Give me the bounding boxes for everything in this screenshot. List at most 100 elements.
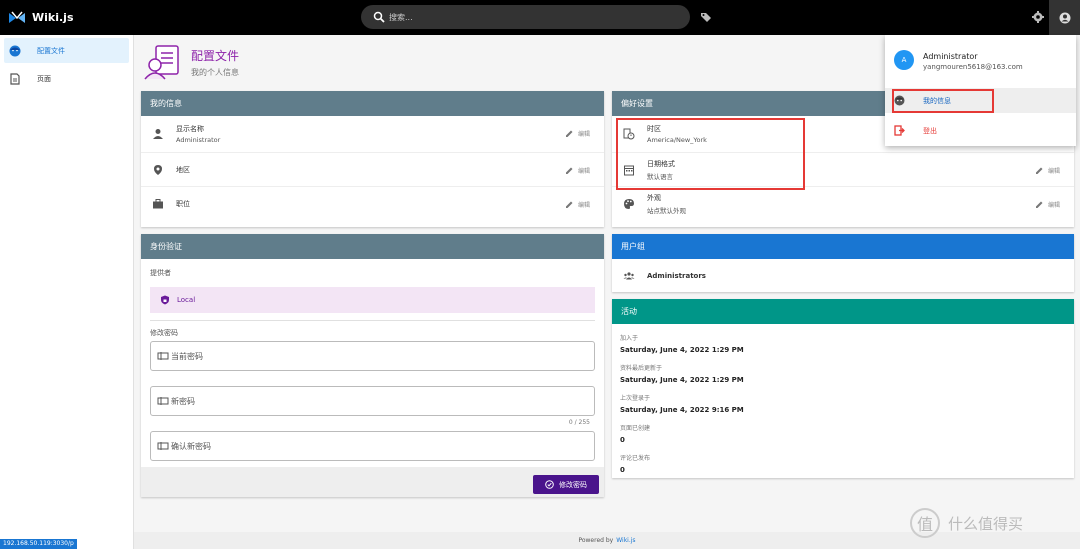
app-title: Wiki.js: [32, 11, 74, 24]
brand[interactable]: Wiki.js: [8, 11, 128, 25]
display-name-row: 显示名称 Administrator 编辑: [141, 116, 604, 153]
edit-button[interactable]: 编辑: [1035, 166, 1060, 175]
face-icon: [9, 45, 21, 57]
confirm-password-field[interactable]: [150, 431, 595, 461]
activity-item: 上次登录于 Saturday, June 4, 2022 9:16 PM: [620, 395, 744, 414]
menu-item-logout[interactable]: 登出: [885, 118, 1076, 143]
group-name: Administrators: [647, 271, 706, 280]
activity-item: 资料最后更新于 Saturday, June 4, 2022 1:29 PM: [620, 365, 744, 384]
search-icon: [373, 11, 385, 23]
page-header: 配置文件 我的个人信息: [143, 43, 239, 81]
password-icon: [157, 397, 169, 405]
edit-button[interactable]: 编辑: [565, 166, 590, 175]
search-input[interactable]: [389, 12, 669, 22]
sidebar-item-label: 页面: [37, 74, 51, 83]
activity-item: 评论已发布 0: [620, 455, 651, 474]
pencil-icon: [1035, 167, 1043, 174]
row-value: 站点默认外观: [647, 207, 686, 215]
sidebar-item-pages[interactable]: 页面: [4, 66, 129, 91]
file-icon: [9, 72, 21, 85]
card-actions: 修改密码: [141, 467, 604, 497]
watermark-logo-icon: 值: [910, 508, 940, 538]
activity-item: 加入于 Saturday, June 4, 2022 1:29 PM: [620, 335, 744, 354]
my-info-header: 我的信息: [141, 91, 604, 116]
check-circle-icon: [545, 480, 554, 489]
auth-header: 身份验证: [141, 234, 604, 259]
pencil-icon: [565, 130, 573, 137]
confirm-password-input[interactable]: [171, 441, 571, 451]
search-bar[interactable]: [361, 5, 690, 29]
pencil-icon: [1035, 201, 1043, 208]
password-icon: [157, 352, 169, 360]
row-label: 外观: [647, 194, 661, 202]
provider-label: 提供者: [150, 269, 171, 277]
divider: [150, 320, 595, 321]
activity-card: 活动 加入于 Saturday, June 4, 2022 1:29 PM 资料最…: [612, 299, 1074, 478]
row-value: Administrator: [176, 136, 221, 144]
pencil-icon: [565, 201, 573, 208]
change-password-button[interactable]: 修改密码: [533, 475, 599, 494]
new-password-input[interactable]: [171, 396, 571, 406]
provider-name: Local: [177, 296, 196, 304]
person-icon: [152, 128, 164, 140]
current-password-input[interactable]: [171, 351, 571, 361]
group-item: Administrators: [612, 259, 1074, 292]
activity-header: 活动: [612, 299, 1074, 324]
appearance-row: 外观 站点默认外观 编辑: [612, 187, 1074, 221]
footer-text: Powered by: [578, 537, 614, 544]
auth-card: 身份验证 提供者 Local 修改密码 0 / 255 修改密码: [141, 234, 604, 497]
job-title-row: 职位 编辑: [141, 187, 604, 221]
gear-icon[interactable]: [1032, 11, 1044, 23]
sidebar: 配置文件 页面: [0, 35, 134, 549]
watermark-text: 什么值得买: [948, 514, 1024, 533]
profile-card-icon: [144, 45, 179, 80]
sidebar-item-label: 配置文件: [37, 46, 65, 55]
card-title: 身份验证: [150, 242, 182, 251]
change-password-label: 修改密码: [150, 329, 178, 337]
footer-link[interactable]: Wiki.js: [616, 537, 635, 544]
location-pin-icon: [152, 164, 164, 176]
page-subtitle: 我的个人信息: [191, 68, 239, 77]
people-icon: [623, 270, 635, 282]
status-url-badge: 192.168.50.119:3030/p: [0, 539, 77, 549]
edit-button[interactable]: 编辑: [1035, 200, 1060, 209]
location-row: 地区 编辑: [141, 153, 604, 187]
sidebar-item-profile[interactable]: 配置文件: [4, 38, 129, 63]
card-title: 用户组: [621, 242, 645, 251]
current-password-field[interactable]: [150, 341, 595, 371]
my-info-card: 我的信息 显示名称 Administrator 编辑 地区 编辑 职位 编辑: [141, 91, 604, 227]
tags-icon[interactable]: [700, 11, 712, 23]
account-name: Administrator: [923, 52, 978, 61]
card-title: 我的信息: [150, 99, 182, 108]
edit-button[interactable]: 编辑: [565, 200, 590, 209]
card-title: 偏好设置: [621, 99, 653, 108]
account-email: yangmouren5618@163.com: [923, 63, 1023, 71]
palette-icon: [623, 198, 635, 210]
activity-item: 页面已创建 0: [620, 425, 651, 444]
pencil-icon: [565, 167, 573, 174]
groups-header: 用户组: [612, 234, 1074, 259]
watermark: 值 什么值得买: [910, 508, 1023, 538]
annotation-box-my-info: [892, 89, 994, 113]
groups-card: 用户组 Administrators: [612, 234, 1074, 292]
account-button[interactable]: [1049, 0, 1080, 35]
page-title: 配置文件: [191, 49, 240, 63]
char-counter: 0 / 255: [568, 419, 590, 426]
row-label: 地区: [176, 165, 190, 174]
top-bar: Wiki.js: [0, 0, 1080, 35]
avatar: A: [894, 50, 914, 70]
row-label: 显示名称: [176, 125, 204, 133]
edit-button[interactable]: 编辑: [565, 129, 590, 138]
card-title: 活动: [621, 307, 637, 316]
provider-box: Local: [150, 287, 595, 313]
activity-list: 加入于 Saturday, June 4, 2022 1:29 PM 资料最后更新…: [612, 324, 1074, 474]
new-password-field[interactable]: [150, 386, 595, 416]
wiki-logo-icon: [9, 11, 25, 23]
annotation-box-preferences: [616, 118, 805, 190]
logout-icon: [894, 125, 905, 136]
account-circle-icon: [1059, 12, 1070, 23]
password-icon: [157, 442, 169, 450]
lock-shield-icon: [161, 295, 169, 305]
briefcase-icon: [152, 198, 164, 210]
row-label: 职位: [176, 200, 190, 208]
